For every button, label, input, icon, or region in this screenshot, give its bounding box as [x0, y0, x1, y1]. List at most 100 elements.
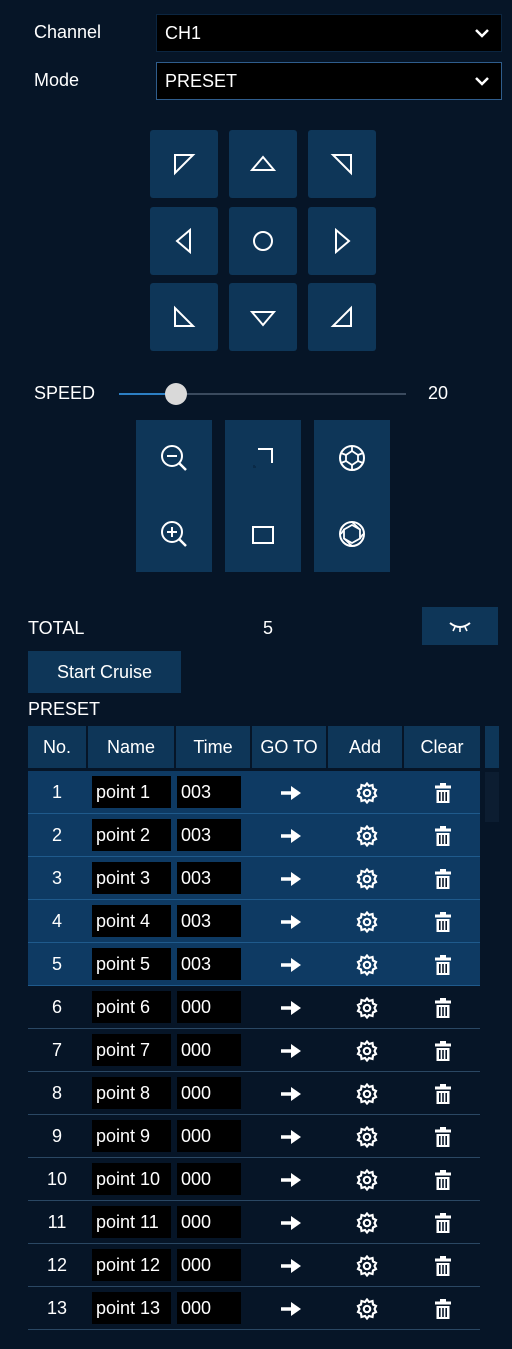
- goto-button[interactable]: [254, 1201, 328, 1244]
- goto-button[interactable]: [254, 857, 328, 900]
- table-row: 2 point 2 003: [28, 814, 480, 857]
- goto-button[interactable]: [254, 1244, 328, 1287]
- add-preset-button[interactable]: [330, 1029, 404, 1072]
- goto-button[interactable]: [254, 986, 328, 1029]
- add-preset-button[interactable]: [330, 771, 404, 814]
- trash-icon: [435, 954, 451, 975]
- channel-select[interactable]: CH1: [156, 14, 502, 52]
- goto-button[interactable]: [254, 1072, 328, 1115]
- add-preset-button[interactable]: [330, 1115, 404, 1158]
- row-number: 9: [51, 1125, 62, 1146]
- preset-name-field[interactable]: point 13: [92, 1292, 171, 1324]
- iris-close-button[interactable]: [314, 420, 390, 496]
- add-preset-button[interactable]: [330, 1244, 404, 1287]
- clear-preset-button[interactable]: [406, 1244, 480, 1287]
- ptz-down-button[interactable]: [229, 283, 297, 351]
- speed-slider-thumb[interactable]: [165, 383, 188, 405]
- down-icon: [250, 311, 276, 327]
- preset-name-field[interactable]: point 11: [92, 1206, 171, 1238]
- goto-button[interactable]: [254, 1158, 328, 1201]
- preset-time-field[interactable]: 000: [177, 1120, 241, 1152]
- goto-button[interactable]: [254, 1287, 328, 1330]
- arrow-right-icon: [281, 1043, 301, 1058]
- table-row: 10 point 10 000: [28, 1158, 480, 1201]
- zoom-in-button[interactable]: [136, 496, 212, 572]
- zoom-in-icon: [161, 521, 187, 547]
- mode-select[interactable]: PRESET: [156, 62, 502, 100]
- clear-preset-button[interactable]: [406, 900, 480, 943]
- ptz-up-button[interactable]: [229, 130, 297, 198]
- clear-preset-button[interactable]: [406, 1158, 480, 1201]
- arrow-right-icon: [281, 871, 301, 886]
- up-icon: [250, 155, 276, 171]
- goto-button[interactable]: [254, 771, 328, 814]
- preset-name-field[interactable]: point 3: [92, 862, 171, 894]
- preset-time-field[interactable]: 003: [177, 862, 241, 894]
- ptz-right-button[interactable]: [308, 207, 376, 275]
- goto-button[interactable]: [254, 1115, 328, 1158]
- iris-open-button[interactable]: [314, 496, 390, 572]
- add-preset-button[interactable]: [330, 814, 404, 857]
- preset-time-field[interactable]: 000: [177, 991, 241, 1023]
- ptz-down-left-button[interactable]: [150, 283, 218, 351]
- focus-near-button[interactable]: [225, 420, 301, 496]
- preset-time-field[interactable]: 003: [177, 819, 241, 851]
- preset-name-field[interactable]: point 8: [92, 1077, 171, 1109]
- preset-time-field[interactable]: 000: [177, 1292, 241, 1324]
- gear-icon: [356, 781, 378, 804]
- ptz-down-right-button[interactable]: [308, 283, 376, 351]
- preset-time-field[interactable]: 003: [177, 948, 241, 980]
- preset-section-label: PRESET: [28, 699, 101, 719]
- clear-preset-button[interactable]: [406, 771, 480, 814]
- preset-name-field[interactable]: point 7: [92, 1034, 171, 1066]
- clear-preset-button[interactable]: [406, 1072, 480, 1115]
- add-preset-button[interactable]: [330, 1072, 404, 1115]
- preset-name-field[interactable]: point 9: [92, 1120, 171, 1152]
- preset-name-field[interactable]: point 6: [92, 991, 171, 1023]
- preset-time-field[interactable]: 000: [177, 1249, 241, 1281]
- goto-button[interactable]: [254, 814, 328, 857]
- preset-time-field[interactable]: 003: [177, 776, 241, 808]
- preset-time-field[interactable]: 000: [177, 1077, 241, 1109]
- scrollbar-track[interactable]: [485, 770, 499, 1349]
- ptz-center-button[interactable]: [229, 207, 297, 275]
- ptz-up-right-button[interactable]: [308, 130, 376, 198]
- add-preset-button[interactable]: [330, 1158, 404, 1201]
- clear-preset-button[interactable]: [406, 814, 480, 857]
- gear-icon: [356, 953, 378, 976]
- preset-time-field[interactable]: 000: [177, 1206, 241, 1238]
- clear-preset-button[interactable]: [406, 1029, 480, 1072]
- add-preset-button[interactable]: [330, 943, 404, 986]
- collapse-button[interactable]: [422, 607, 498, 645]
- preset-name-field[interactable]: point 1: [92, 776, 171, 808]
- ptz-up-left-button[interactable]: [150, 130, 218, 198]
- zoom-out-button[interactable]: [136, 420, 212, 496]
- start-cruise-button[interactable]: Start Cruise: [28, 651, 181, 693]
- clear-preset-button[interactable]: [406, 1201, 480, 1244]
- clear-preset-button[interactable]: [406, 1287, 480, 1330]
- preset-name-field[interactable]: point 10: [92, 1163, 171, 1195]
- goto-button[interactable]: [254, 943, 328, 986]
- add-preset-button[interactable]: [330, 900, 404, 943]
- clear-preset-button[interactable]: [406, 1115, 480, 1158]
- preset-name-field[interactable]: point 5: [92, 948, 171, 980]
- add-preset-button[interactable]: [330, 857, 404, 900]
- goto-button[interactable]: [254, 1029, 328, 1072]
- preset-name-field[interactable]: point 12: [92, 1249, 171, 1281]
- preset-name-field[interactable]: point 2: [92, 819, 171, 851]
- clear-preset-button[interactable]: [406, 857, 480, 900]
- clear-preset-button[interactable]: [406, 943, 480, 986]
- scrollbar-thumb[interactable]: [485, 772, 499, 822]
- goto-button[interactable]: [254, 900, 328, 943]
- trash-icon: [435, 1083, 451, 1104]
- add-preset-button[interactable]: [330, 1287, 404, 1330]
- add-preset-button[interactable]: [330, 986, 404, 1029]
- preset-name-field[interactable]: point 4: [92, 905, 171, 937]
- add-preset-button[interactable]: [330, 1201, 404, 1244]
- preset-time-field[interactable]: 003: [177, 905, 241, 937]
- preset-time-field[interactable]: 000: [177, 1034, 241, 1066]
- preset-time-field[interactable]: 000: [177, 1163, 241, 1195]
- ptz-left-button[interactable]: [150, 207, 218, 275]
- focus-far-button[interactable]: [225, 496, 301, 572]
- clear-preset-button[interactable]: [406, 986, 480, 1029]
